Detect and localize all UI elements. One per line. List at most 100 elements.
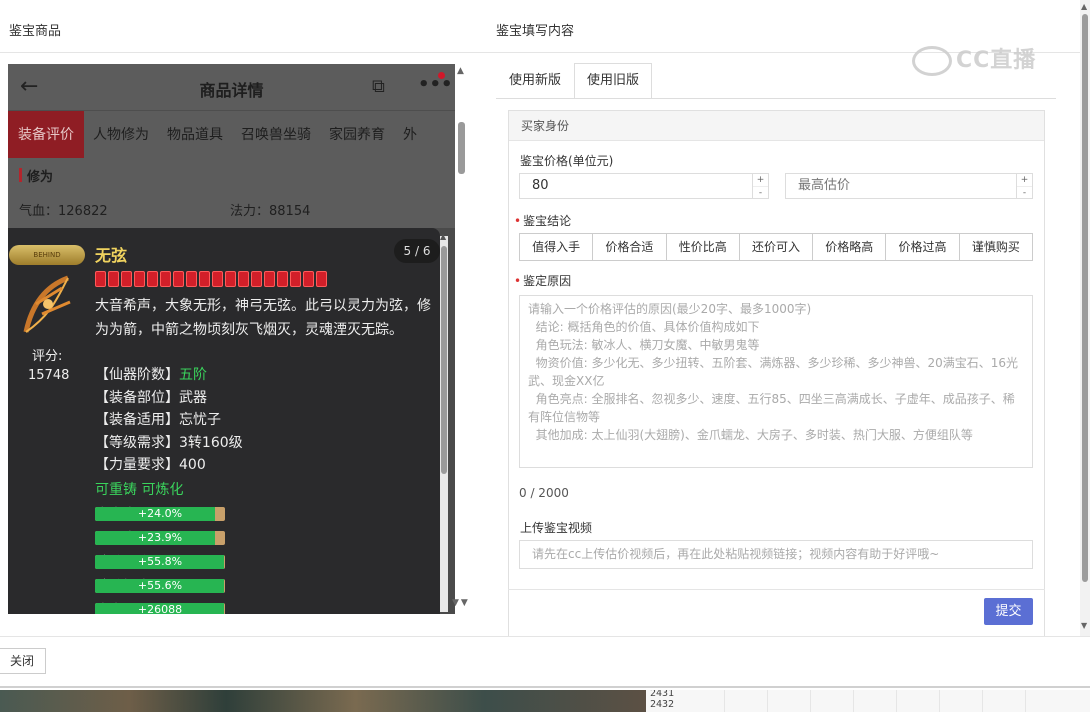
page-scrollbar[interactable]: ▲ ▼: [1080, 0, 1090, 636]
page-scroll-thumb[interactable]: [1082, 14, 1088, 582]
conclusion-option[interactable]: 价格略高: [813, 234, 887, 260]
preview-scroll-thumb[interactable]: [458, 122, 465, 174]
phone-tab-items[interactable]: 物品道具: [158, 111, 232, 159]
preview-scrollbar[interactable]: ▲ ▼▼: [452, 64, 468, 614]
attr-row: 【等级需求】3转160级: [95, 434, 243, 451]
stat-row: 命中率+24.0%: [95, 502, 225, 526]
item-attributes: 【仙器阶数】五阶 【装备部位】武器 【装备适用】忘忧子 【等级需求】3转160级…: [95, 364, 243, 477]
reason-label: • 鉴定原因: [514, 274, 572, 288]
refine-block: [212, 271, 223, 287]
refine-block: [303, 271, 314, 287]
refine-block: [199, 271, 210, 287]
conclusion-option[interactable]: 值得入手: [520, 234, 594, 260]
video-link-input[interactable]: 请先在cc上传估价视频后，再在此处粘贴视频链接；视频内容有助于好评哦~: [519, 540, 1033, 569]
card-scrollbar[interactable]: ▲: [440, 232, 448, 612]
phone-tab-cultivation[interactable]: 人物修为: [84, 111, 158, 159]
refine-block: [134, 271, 145, 287]
reason-textarea[interactable]: 请输入一个价格评估的原因(最少20字、最多1000字) 结论: 概括角色的价值、…: [519, 295, 1033, 468]
version-tabs: 使用新版 使用旧版: [496, 63, 653, 99]
char-counter: 0 / 2000: [519, 486, 569, 500]
refine-block: [173, 271, 184, 287]
rarity-badge: BEHIND: [9, 245, 85, 265]
item-pager[interactable]: 5 / 6: [394, 239, 440, 263]
background-page: 2431 2432: [0, 690, 1090, 712]
refine-block: [160, 271, 171, 287]
stat-row: 破防概率+55.6%: [95, 574, 225, 598]
score-value: 15748: [28, 368, 70, 383]
attr-row: 【装备适用】忘忧子: [95, 412, 221, 429]
refine-block: [225, 271, 236, 287]
section-header: 修为: [8, 158, 455, 190]
attr-row: 【力量要求】400: [95, 457, 206, 474]
refine-block: [108, 271, 119, 287]
refine-level-blocks: [95, 271, 327, 287]
refine-block: [316, 271, 327, 287]
attr-row: 【装备部位】武器: [95, 389, 207, 406]
item-tags: 可重铸 可炼化: [95, 482, 184, 498]
conclusion-option[interactable]: 还价可入: [739, 234, 814, 260]
notification-dot: [438, 72, 445, 79]
submit-divider: [508, 589, 1045, 590]
conclusion-option[interactable]: 谨慎购买: [959, 234, 1032, 260]
conclusion-label: • 鉴宝结论: [514, 214, 572, 228]
refine-block: [186, 271, 197, 287]
refine-block: [290, 271, 301, 287]
refine-block: [95, 271, 106, 287]
price-label: 鉴宝价格(单位元): [520, 154, 614, 168]
phone-tab-equipment[interactable]: 装备评价: [8, 110, 84, 159]
video-label: 上传鉴宝视频: [520, 521, 593, 535]
refine-block: [264, 271, 275, 287]
tab-old-version[interactable]: 使用旧版: [574, 63, 653, 99]
refine-block: [238, 271, 249, 287]
card-scroll-thumb[interactable]: [441, 246, 447, 474]
section-marker: [19, 168, 22, 182]
section-title: 修为: [27, 170, 54, 185]
price-input[interactable]: 80 + -: [519, 173, 769, 199]
submit-button[interactable]: 提交: [984, 598, 1033, 625]
conclusion-option[interactable]: 价格合适: [593, 234, 667, 260]
share-icon[interactable]: ⧉: [372, 76, 385, 97]
right-panel-title: 鉴宝填写内容: [496, 24, 575, 39]
conclusion-option[interactable]: 价格过高: [886, 234, 960, 260]
refine-block: [121, 271, 132, 287]
stat-row: 攻击+26088: [95, 598, 225, 614]
product-preview: ← 商品详情 ⧉ ••• 装备评价 人物修为 物品道具 召唤兽坐骑 家园养育 外…: [8, 64, 455, 614]
scroll-down-icon[interactable]: ▼▼: [452, 598, 470, 608]
scroll-down-icon[interactable]: ▼: [1081, 621, 1087, 630]
watermark: CC直播: [912, 42, 1036, 76]
decrement-icon: -: [753, 186, 768, 198]
item-tooltip-card: BEHIND 无弦 5 / 6 大音希声，大象无形，神弓无弦。此弓以灵力为弦，修…: [8, 228, 440, 614]
phone-tab-home[interactable]: 家园养育: [320, 111, 394, 159]
increment-icon: +: [756, 175, 765, 185]
phone-tab-pets[interactable]: 召唤兽坐骑: [232, 111, 320, 159]
scroll-up-icon[interactable]: ▲: [440, 232, 446, 241]
phone-title: 商品详情: [199, 81, 264, 100]
close-button[interactable]: 关闭: [0, 648, 46, 674]
more-icon[interactable]: •••: [418, 74, 453, 95]
max-price-input[interactable]: 最高估价 + -: [785, 173, 1033, 199]
scroll-up-icon[interactable]: ▲: [457, 66, 464, 76]
tab-divider: [496, 98, 1056, 99]
scroll-up-icon[interactable]: ▲: [1081, 2, 1087, 11]
stats-row: 气血：126822 法力：88154: [8, 190, 455, 228]
refine-block: [277, 271, 288, 287]
footer-divider: [0, 636, 1090, 637]
tab-new-version[interactable]: 使用新版: [496, 63, 574, 99]
footer-border: [0, 686, 1090, 688]
max-price-stepper[interactable]: + -: [1016, 174, 1032, 198]
price-stepper[interactable]: + -: [752, 174, 768, 198]
decrement-icon: -: [1017, 186, 1032, 198]
phone-tab-more[interactable]: 外: [394, 111, 426, 159]
mp-stat: 法力：88154: [230, 204, 311, 219]
background-grid: [682, 690, 1062, 712]
cc-logo-icon: [912, 46, 952, 76]
stat-row: 狂暴率+23.9%: [95, 526, 225, 550]
conclusion-option[interactable]: 性价比高: [666, 234, 740, 260]
left-panel-title: 鉴宝商品: [9, 24, 62, 39]
form-section-title: 买家身份: [509, 111, 1044, 141]
item-description: 大音希声，大象无形，神弓无弦。此弓以灵力为弦，修为为箭，中箭之物顷刻灰飞烟灭，灵…: [95, 298, 431, 338]
phone-tabs: 装备评价 人物修为 物品道具 召唤兽坐骑 家园养育 外: [8, 110, 455, 159]
conclusion-options: 值得入手 价格合适 性价比高 还价可入 价格略高 价格过高 谨慎购买: [519, 233, 1033, 261]
stat-row: 破防程度+55.8%: [95, 550, 225, 574]
refine-block: [251, 271, 262, 287]
